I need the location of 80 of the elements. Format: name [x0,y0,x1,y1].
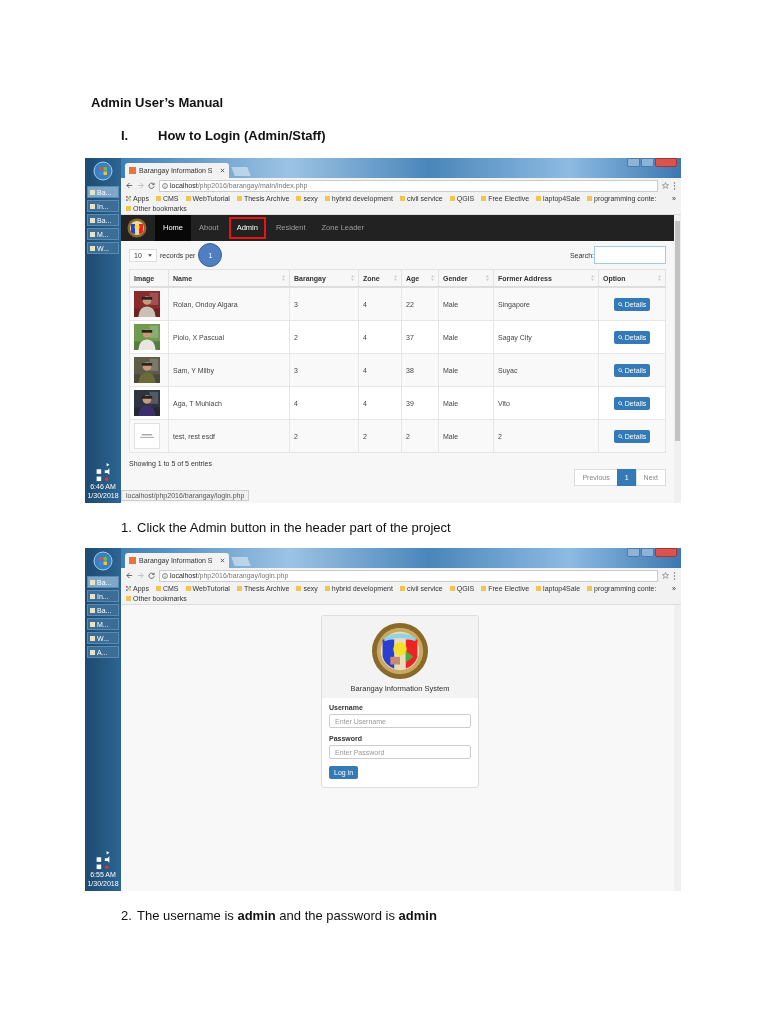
close-button[interactable] [655,158,677,167]
apps-grid-icon [126,196,131,201]
folder-icon [399,196,405,201]
folder-icon [236,196,242,201]
folder-icon [481,586,487,591]
app-icon [90,607,95,613]
scrollbar[interactable] [674,605,681,891]
info-icon [162,182,168,189]
folder-icon [296,586,302,591]
search-icon [617,301,623,307]
folder-icon [449,586,455,591]
search-icon [617,367,623,373]
folder-icon [399,586,405,591]
new-tab-button[interactable] [230,167,251,176]
app-icon [90,203,95,209]
favicon-icon [129,557,136,564]
star-icon[interactable] [662,182,669,189]
start-button[interactable] [93,551,113,571]
step-text: Click the Admin button in the header part of the project [137,520,451,536]
search-icon [617,400,623,406]
app-icon [90,245,95,251]
new-tab-button[interactable] [230,557,251,566]
maximize-button[interactable] [641,548,654,557]
app-icon [90,621,95,627]
image-placeholder [134,423,160,449]
folder-icon [155,586,161,591]
forward-icon[interactable] [137,182,144,189]
search-field[interactable] [594,246,666,264]
back-icon[interactable] [126,182,133,189]
folder-icon [587,586,593,591]
close-icon[interactable] [219,558,225,563]
menu-icon[interactable] [673,571,676,580]
folder-icon [536,196,542,201]
app-icon [90,635,95,641]
folder-icon [126,596,131,601]
folder-icon [449,196,455,201]
favicon-icon [129,167,136,174]
search-icon [617,433,623,439]
app-icon [90,649,95,655]
step-text: The username is admin and the password is admin [137,908,437,924]
folder-icon [587,196,593,201]
step-number: 2. [121,908,133,924]
seal-logo [371,622,429,680]
minimize-button[interactable] [627,158,640,167]
star-icon[interactable] [662,572,669,579]
folder-icon [296,196,302,201]
back-icon[interactable] [126,572,133,579]
seal-logo [127,218,147,238]
folder-icon [324,196,330,201]
caret-icon [148,253,152,257]
menu-icon[interactable] [673,181,676,190]
start-button[interactable] [93,161,113,181]
folder-icon [536,586,542,591]
scrollbar[interactable] [674,215,681,503]
app-icon [90,593,95,599]
reload-icon[interactable] [148,182,155,189]
folder-icon [324,586,330,591]
folder-icon [185,586,191,591]
close-icon[interactable] [219,168,225,173]
search-icon [617,334,623,340]
manual-title: Admin User’s Manual [91,95,224,111]
app-icon [90,231,95,237]
apps-grid-icon [126,586,131,591]
folder-icon [185,196,191,201]
folder-icon [155,196,161,201]
close-button[interactable] [655,548,677,557]
folder-icon [481,196,487,201]
folder-icon [126,206,131,211]
maximize-button[interactable] [641,158,654,167]
section-number: I. [121,128,130,144]
forward-icon[interactable] [137,572,144,579]
app-icon [90,189,95,195]
minimize-button[interactable] [627,548,640,557]
folder-icon [236,586,242,591]
app-icon [90,579,95,585]
step-number: 1. [121,520,133,536]
info-icon [162,572,168,579]
section-title: How to Login (Admin/Staff) [158,128,326,144]
reload-icon[interactable] [148,572,155,579]
app-icon [90,217,95,223]
